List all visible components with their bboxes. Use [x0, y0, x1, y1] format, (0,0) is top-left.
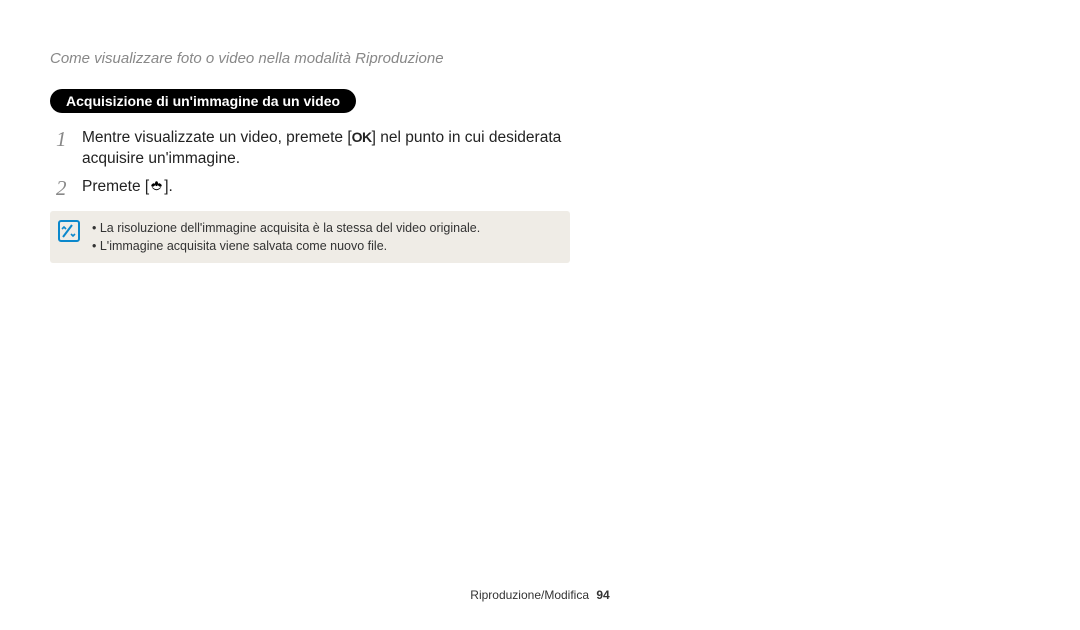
step-item: 2 Premete [].: [56, 176, 576, 201]
footer-page-number: 94: [596, 588, 609, 602]
step-text: Premete [].: [82, 176, 173, 198]
step-number: 2: [56, 176, 82, 201]
note-list: La risoluzione dell'immagine acquisita è…: [92, 219, 480, 255]
footer-section: Riproduzione/Modifica: [470, 588, 589, 602]
step-text-post: ].: [164, 178, 173, 195]
page-footer: Riproduzione/Modifica 94: [0, 588, 1080, 602]
step-number: 1: [56, 127, 82, 152]
step-list: 1 Mentre visualizzate un video, premete …: [56, 127, 576, 201]
page-header: Come visualizzare foto o video nella mod…: [50, 50, 1020, 67]
note-box: La risoluzione dell'immagine acquisita è…: [50, 211, 570, 263]
step-text-pre: Mentre visualizzate un video, premete [: [82, 129, 352, 146]
step-item: 1 Mentre visualizzate un video, premete …: [56, 127, 576, 170]
note-item: L'immagine acquisita viene salvata come …: [92, 237, 480, 255]
step-text-pre: Premete [: [82, 178, 149, 195]
macro-icon: [149, 178, 164, 195]
note-icon: [58, 220, 80, 242]
ok-icon: OK: [352, 129, 372, 145]
section-title-pill: Acquisizione di un'immagine da un video: [50, 89, 356, 113]
step-text: Mentre visualizzate un video, premete [O…: [82, 127, 576, 170]
document-page: Come visualizzare foto o video nella mod…: [0, 0, 1080, 263]
note-item: La risoluzione dell'immagine acquisita è…: [92, 219, 480, 237]
